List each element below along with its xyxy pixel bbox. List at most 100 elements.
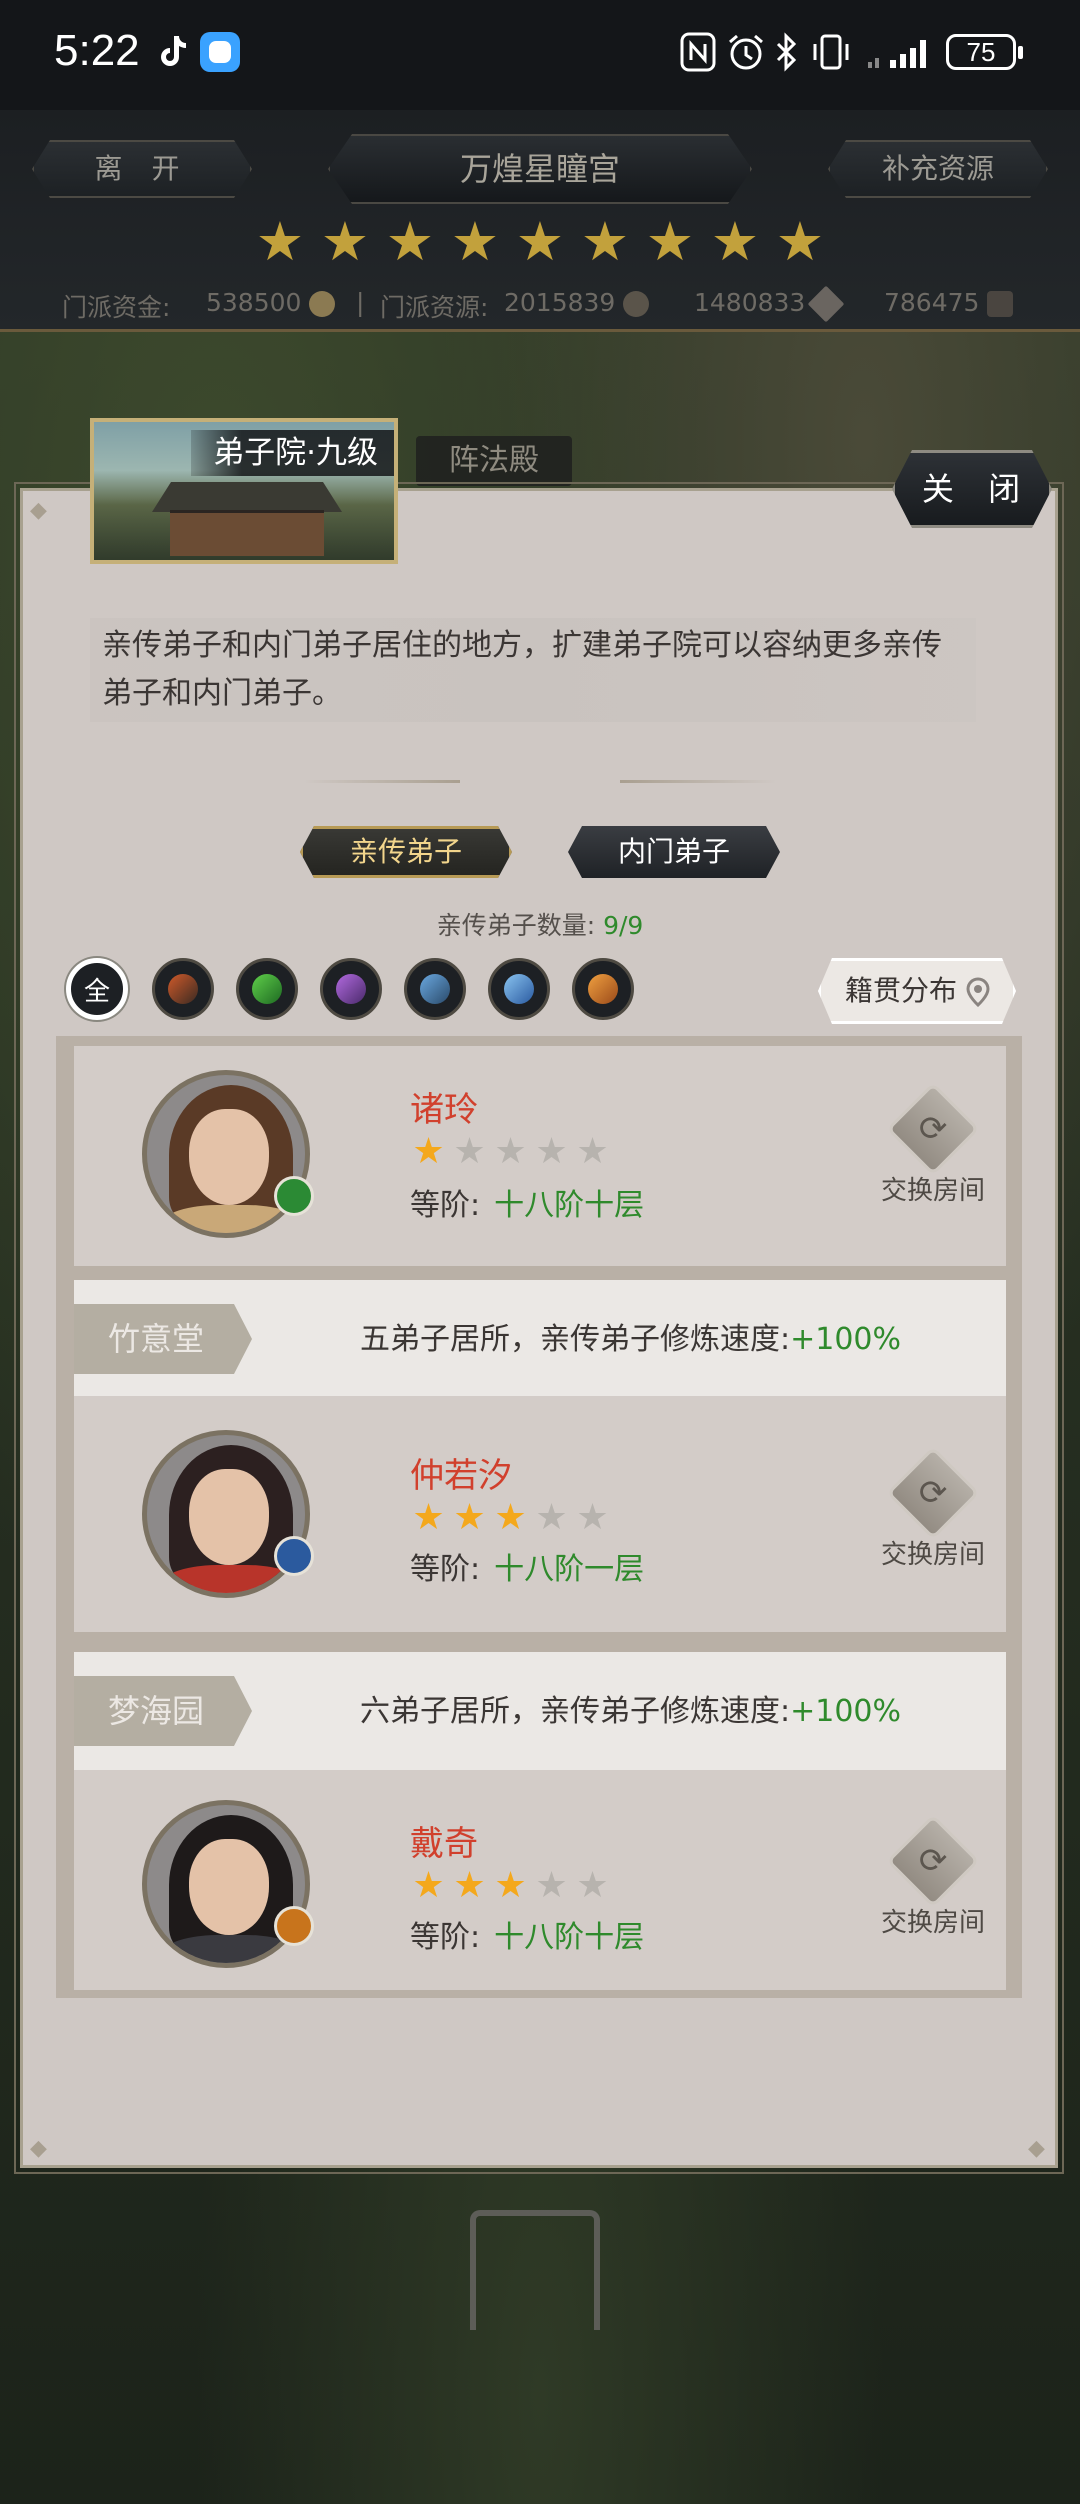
sect-header: 离 开 万煌星瞳宫 补充资源 ★ ★ ★ ★ ★ ★ ★ ★ ★ 门派资金: 538500 | … (0, 110, 1080, 332)
room-name: 梦海园 (74, 1676, 252, 1746)
mountain-gate[interactable] (470, 2210, 600, 2330)
list-item: 诸玲 ★ ★ ★ ★ ★ 等阶: 十八阶十层 ⟳ 交换房间 (74, 1046, 1006, 1266)
ore-icon (623, 291, 650, 317)
sect-stars: ★ ★ ★ ★ ★ ★ ★ ★ ★ (252, 214, 828, 274)
nfc-icon (680, 32, 716, 72)
filter-all[interactable]: 全 (66, 958, 128, 1020)
count-label: 亲传弟子数量: (436, 911, 596, 940)
sect-star-icon: ★ (710, 210, 760, 273)
spear-icon[interactable] (320, 958, 382, 1020)
sect-star-icon: ★ (645, 210, 695, 273)
star-empty-icon: ★ (576, 1497, 609, 1538)
stone-icon (987, 291, 1014, 317)
list-item: 戴奇 ★ ★ ★ ★ ★ 等阶: 十八阶十层 ⟳ 交换房间 (74, 1770, 1006, 1990)
swap-icon: ⟳ (886, 1446, 980, 1540)
room-header: 梦海园 六弟子居所，亲传弟子修炼速度:+100% (74, 1652, 1006, 1770)
corner-ornament: ◆ (1028, 2136, 1045, 2161)
star-rating: ★ ★ ★ ★ ★ (410, 1500, 611, 1536)
leave-button[interactable]: 离 开 (32, 140, 252, 198)
disciple-name: 仲若汐 (410, 1456, 512, 1496)
funds-label: 门派资金: (62, 293, 171, 322)
star-empty-icon: ★ (535, 1865, 568, 1906)
corner-ornament: ◆ (30, 498, 47, 523)
vibrate-icon (813, 34, 849, 70)
star-rating: ★ ★ ★ ★ ★ (410, 1868, 611, 1904)
coin-icon (309, 291, 336, 317)
resource-bar: 门派资金: 538500 | 门派资源: 2015839 1480833 786… (0, 284, 1080, 324)
separator: | (356, 288, 365, 317)
tab-inner-disciples[interactable]: 内门弟子 (568, 826, 780, 878)
swap-room-button[interactable]: ⟳ 交换房间 (858, 1814, 1008, 1939)
disciple-rank: 等阶: 十八阶十层 (410, 1188, 645, 1223)
sect-star-icon: ★ (320, 210, 370, 273)
location-pin-icon (965, 977, 991, 1007)
swap-room-button[interactable]: ⟳ 交换房间 (858, 1082, 1008, 1207)
star-filled-icon: ★ (412, 1865, 445, 1906)
divider (304, 780, 460, 783)
star-filled-icon: ★ (412, 1497, 445, 1538)
building-card: 弟子院·九级 (90, 418, 398, 564)
disciple-rank: 等阶: 十八阶一层 (410, 1552, 645, 1587)
star-filled-icon: ★ (453, 1497, 486, 1538)
star-filled-icon: ★ (453, 1865, 486, 1906)
swap-room-button[interactable]: ⟳ 交换房间 (858, 1446, 1008, 1571)
disciple-rank: 等阶: 十八阶十层 (410, 1920, 645, 1955)
building-image (152, 482, 342, 512)
blade-icon (807, 285, 845, 323)
resource-3-value: 786475 (884, 288, 1014, 317)
star-empty-icon: ★ (535, 1497, 568, 1538)
signal-icon (868, 40, 926, 68)
star-filled-icon: ★ (412, 1131, 445, 1172)
sect-title: 万煌星瞳宫 (328, 134, 752, 204)
sword-icon[interactable] (236, 958, 298, 1020)
status-time: 5:22 (54, 26, 140, 75)
tab-personal-disciples[interactable]: 亲传弟子 (300, 826, 512, 878)
list-item: 仲若汐 ★ ★ ★ ★ ★ 等阶: 十八阶一层 ⟳ 交换房间 (74, 1396, 1006, 1632)
fist-icon[interactable] (488, 958, 550, 1020)
star-filled-icon: ★ (494, 1497, 527, 1538)
building-name: 弟子院·九级 (191, 430, 394, 476)
star-filled-icon: ★ (494, 1865, 527, 1906)
palm-icon[interactable] (572, 958, 634, 1020)
swap-icon: ⟳ (886, 1082, 980, 1176)
disciple-name: 诸玲 (410, 1090, 478, 1130)
alarm-icon (729, 34, 763, 70)
close-button[interactable]: 关 闭 (892, 450, 1052, 528)
star-empty-icon: ★ (453, 1131, 486, 1172)
app-icon (200, 32, 240, 72)
resource-value: 2015839 (504, 288, 650, 317)
saber-icon[interactable] (152, 958, 214, 1020)
room-bonus-text: 五弟子居所，亲传弟子修炼速度:+100% (360, 1322, 902, 1357)
status-bar: 5:22 75 (0, 0, 1080, 110)
palm-icon (274, 1906, 314, 1946)
fist-icon (274, 1536, 314, 1576)
star-empty-icon: ★ (576, 1865, 609, 1906)
star-empty-icon: ★ (535, 1131, 568, 1172)
battery-icon: 75 (946, 34, 1023, 70)
corner-ornament: ◆ (30, 2136, 47, 2161)
disciple-count: 亲传弟子数量: 9/9 (0, 906, 1080, 942)
star-rating: ★ ★ ★ ★ ★ (410, 1134, 611, 1170)
room-name: 竹意堂 (74, 1304, 252, 1374)
disciple-list: 诸玲 ★ ★ ★ ★ ★ 等阶: 十八阶十层 ⟳ 交换房间 竹意堂 五弟子居所，亲传弟子修… (56, 1036, 1022, 1998)
hammer-icon[interactable] (404, 958, 466, 1020)
tiktok-icon (161, 36, 186, 66)
swap-icon: ⟳ (886, 1814, 980, 1908)
sect-star-icon: ★ (580, 210, 630, 273)
sect-star-icon: ★ (775, 210, 825, 273)
divider (620, 780, 776, 783)
sword-icon (274, 1176, 314, 1216)
resource-label: 门派资源: (380, 293, 489, 322)
battery-level: 75 (966, 37, 996, 67)
count-value: 9/9 (603, 911, 644, 940)
funds-value: 538500 (206, 288, 336, 317)
resource-2-value: 1480833 (694, 285, 845, 323)
disciple-name: 戴奇 (410, 1824, 478, 1864)
building-description: 亲传弟子和内门弟子居住的地方，扩建弟子院可以容纳更多亲传弟子和内门弟子。 (90, 618, 976, 722)
formation-hall-label[interactable]: 阵法殿 (416, 436, 572, 486)
sect-star-icon: ★ (450, 210, 500, 273)
star-empty-icon: ★ (576, 1131, 609, 1172)
star-empty-icon: ★ (494, 1131, 527, 1172)
supply-resources-button[interactable]: 补充资源 (828, 140, 1048, 198)
region-distribution-button[interactable]: 籍贯分布 (818, 958, 1016, 1024)
